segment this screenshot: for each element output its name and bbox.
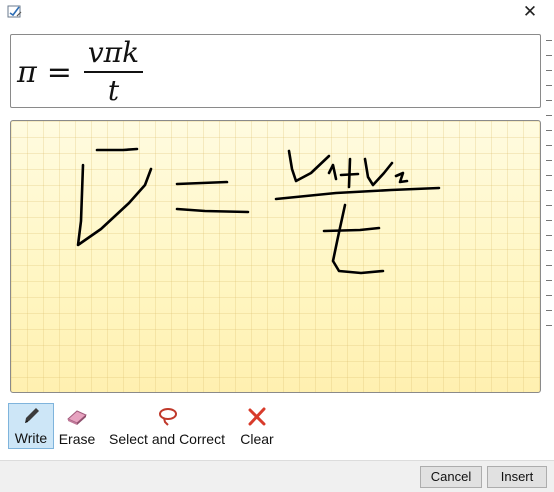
ink-stroke: [175, 180, 229, 186]
ink-stroke: [76, 163, 153, 247]
fraction-denominator: t: [107, 74, 120, 107]
fraction-bar: [83, 71, 144, 73]
ink-stroke: [287, 149, 331, 183]
pen-icon: [18, 404, 44, 428]
recognized-equation: π = vπk t: [17, 36, 144, 107]
ink-stroke: [331, 203, 385, 275]
ink-stroke: [95, 147, 139, 152]
ink-stroke: [322, 226, 381, 233]
dialog-footer: Cancel Insert: [0, 460, 554, 492]
window-edge-ticks: [546, 40, 554, 340]
select-correct-tool-label: Select and Correct: [109, 431, 225, 447]
write-tool-button[interactable]: Write: [8, 403, 54, 449]
ink-toolbar: Write Erase Select and Correct Clear: [8, 403, 280, 451]
ink-stroke: [274, 186, 441, 201]
clear-x-icon: [244, 405, 270, 429]
select-correct-tool-button[interactable]: Select and Correct: [100, 403, 234, 449]
ink-stroke: [327, 163, 338, 181]
ink-stroke: [394, 171, 409, 184]
clear-tool-button[interactable]: Clear: [234, 403, 280, 449]
close-button[interactable]: ✕: [520, 2, 540, 22]
recognized-equation-preview: π = vπk t: [10, 34, 541, 108]
write-tool-label: Write: [14, 430, 48, 446]
lasso-icon: [154, 405, 180, 429]
erase-tool-label: Erase: [58, 431, 96, 447]
cancel-button[interactable]: Cancel: [420, 466, 482, 488]
equation-fraction: vπk t: [83, 36, 144, 107]
equation-lhs: π: [17, 54, 37, 90]
handwriting-pad[interactable]: [10, 120, 541, 393]
insert-button[interactable]: Insert: [487, 466, 547, 488]
clear-tool-label: Clear: [240, 431, 274, 447]
ink-stroke: [175, 207, 250, 214]
title-bar: ✕: [0, 0, 554, 30]
eraser-icon: [64, 405, 90, 429]
handwriting-ink: [76, 147, 441, 275]
fraction-numerator: vπk: [87, 36, 140, 69]
erase-tool-button[interactable]: Erase: [54, 403, 100, 449]
ink-stroke: [363, 157, 394, 187]
equation-equals: =: [46, 54, 72, 90]
ink-stroke: [347, 157, 352, 189]
math-input-app-icon: [7, 4, 23, 20]
